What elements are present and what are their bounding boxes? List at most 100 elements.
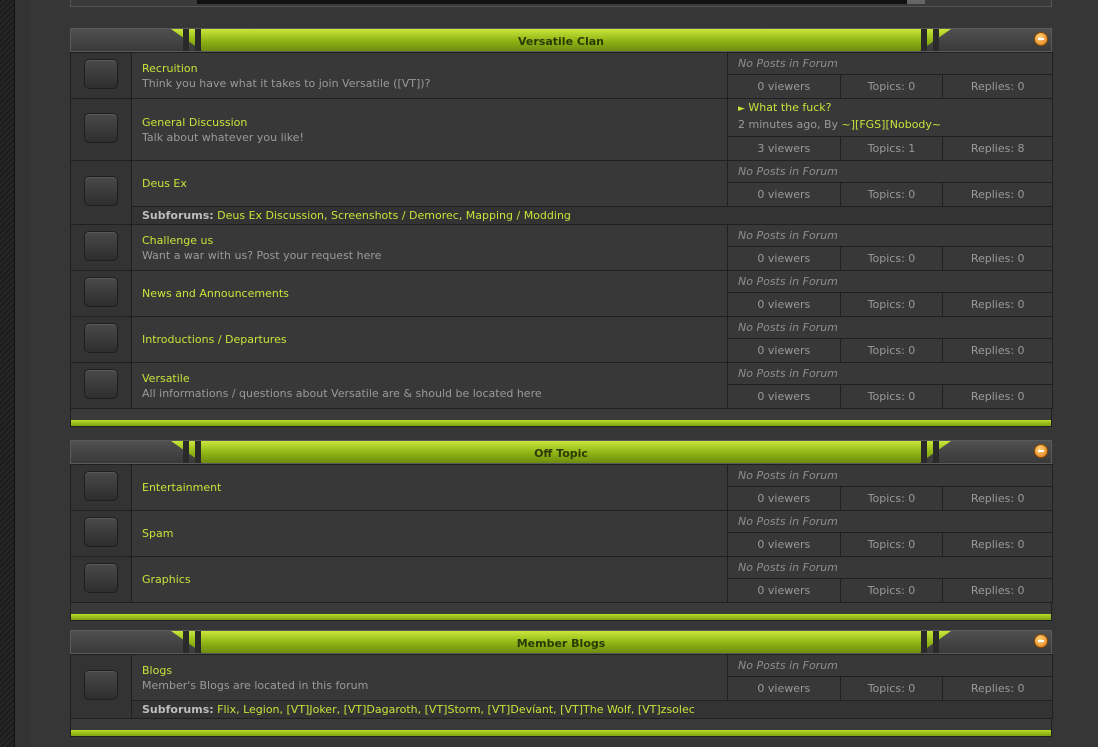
forum-row: Blogs Member's Blogs are located in this…: [70, 654, 1053, 719]
category-footer: [70, 603, 1052, 621]
viewers-count: 3 viewers: [757, 142, 811, 155]
last-post-cell: No Posts in Forum 0 viewers Topics: 0 Re…: [727, 654, 1053, 701]
subforums-label: Subforums:: [142, 209, 214, 222]
topics-count: Topics: 0: [839, 385, 943, 408]
last-post-text: No Posts in Forum: [728, 161, 1052, 183]
forum-name[interactable]: Recruition: [142, 62, 727, 75]
forum-row: Graphics No Posts in Forum 0 viewers Top…: [70, 556, 1053, 603]
forum-description: Think you have what it takes to join Ver…: [142, 76, 431, 90]
viewers-count: 0 viewers: [757, 252, 811, 265]
replies-count: Replies: 0: [942, 579, 1052, 602]
page-left-gutter: [14, 0, 30, 747]
last-post-title[interactable]: What the fuck?: [748, 101, 831, 114]
last-post-text: No Posts in Forum: [728, 53, 1052, 75]
forum-info: Spam: [131, 510, 728, 557]
last-post-text: No Posts in Forum: [728, 557, 1052, 579]
last-post-text: No Posts in Forum: [728, 655, 1052, 677]
viewers-count: 0 viewers: [757, 188, 811, 201]
forum-name[interactable]: Spam: [142, 527, 727, 540]
viewers-count: 0 viewers: [757, 344, 811, 357]
forum-name[interactable]: Challenge us: [142, 234, 727, 247]
category-title[interactable]: Versatile Clan: [71, 35, 1051, 48]
last-post-cell: No Posts in Forum 0 viewers Topics: 0 Re…: [727, 270, 1053, 317]
subforums-links[interactable]: Flix, Legion, [VT]Joker, [VT]Dagaroth, […: [217, 703, 695, 716]
forum-description: Member's Blogs are located in this forum: [142, 678, 369, 692]
subforums-cell: Subforums: Deus Ex Discussion, Screensho…: [131, 206, 1053, 225]
forum-name[interactable]: Entertainment: [142, 481, 727, 494]
topics-count: Topics: 0: [839, 677, 943, 700]
forum-row: Deus Ex No Posts in Forum 0 viewers Topi…: [70, 160, 1053, 225]
forum-name[interactable]: Introductions / Departures: [142, 333, 727, 346]
category-member-blogs: Member Blogs Blogs Member's Blogs are lo…: [70, 630, 1053, 737]
forum-info: Blogs Member's Blogs are located in this…: [131, 654, 728, 701]
forum-status-cell: [70, 654, 132, 719]
forum-row: General Discussion Talk about whatever y…: [70, 98, 1053, 161]
replies-count: Replies: 0: [942, 385, 1052, 408]
category-footer: [70, 719, 1052, 737]
collapse-icon[interactable]: [1034, 634, 1048, 648]
forum-name[interactable]: General Discussion: [142, 116, 727, 129]
topics-count: Topics: 0: [839, 183, 943, 206]
subforums-links[interactable]: Deus Ex Discussion, Screenshots / Demore…: [217, 209, 571, 222]
category-title[interactable]: Off Topic: [71, 447, 1051, 460]
topics-count: Topics: 0: [839, 293, 943, 316]
last-post-cell: No Posts in Forum 0 viewers Topics: 0 Re…: [727, 510, 1053, 557]
forum-row: News and Announcements No Posts in Forum…: [70, 270, 1053, 317]
viewers-count: 0 viewers: [757, 584, 811, 597]
forum-description: Want a war with us? Post your request he…: [142, 248, 382, 262]
last-post-cell: No Posts in Forum 0 viewers Topics: 0 Re…: [727, 316, 1053, 363]
forum-status-cell: [70, 52, 132, 99]
topics-count: Topics: 0: [839, 533, 943, 556]
forum-status-cell: [70, 510, 132, 557]
replies-count: Replies: 0: [942, 247, 1052, 270]
last-post-text: No Posts in Forum: [728, 511, 1052, 533]
forum-name[interactable]: News and Announcements: [142, 287, 727, 300]
last-post-text: No Posts in Forum: [728, 225, 1052, 247]
forum-status-icon: [84, 113, 118, 143]
forum-status-icon: [84, 369, 118, 399]
forum-table: Blogs Member's Blogs are located in this…: [70, 654, 1053, 719]
forum-status-icon: [84, 670, 118, 700]
forum-status-icon: [84, 59, 118, 89]
replies-count: Replies: 8: [942, 137, 1052, 160]
topics-count: Topics: 0: [839, 75, 943, 98]
last-post-text: No Posts in Forum: [728, 317, 1052, 339]
forum-info: Graphics: [131, 556, 728, 603]
last-post-time: 2 minutes ago, By: [738, 118, 839, 131]
forum-status-cell: [70, 464, 132, 511]
forum-info: News and Announcements: [131, 270, 728, 317]
forum-status-cell: [70, 224, 132, 271]
forum-name[interactable]: Versatile: [142, 372, 727, 385]
forum-status-icon: [84, 323, 118, 353]
replies-count: Replies: 0: [942, 677, 1052, 700]
last-post-user[interactable]: ~][FGS][Nobody~: [842, 118, 942, 131]
topics-count: Topics: 0: [839, 487, 943, 510]
category-footer: [70, 409, 1052, 427]
collapse-icon[interactable]: [1034, 444, 1048, 458]
replies-count: Replies: 0: [942, 339, 1052, 362]
subforums-row: Subforums: Flix, Legion, [VT]Joker, [VT]…: [71, 700, 1053, 719]
forum-row: Recruition Think you have what it takes …: [70, 52, 1053, 99]
topics-count: Topics: 0: [839, 339, 943, 362]
forum-row: Spam No Posts in Forum 0 viewers Topics:…: [70, 510, 1053, 557]
forum-name[interactable]: Deus Ex: [142, 177, 727, 190]
page-left-border: [0, 0, 14, 747]
topics-count: Topics: 0: [839, 579, 943, 602]
forum-description: Talk about whatever you like!: [142, 130, 304, 144]
last-post-cell: No Posts in Forum 0 viewers Topics: 0 Re…: [727, 556, 1053, 603]
collapse-icon[interactable]: [1034, 32, 1048, 46]
forum-name[interactable]: Graphics: [142, 573, 727, 586]
subforums-cell: Subforums: Flix, Legion, [VT]Joker, [VT]…: [131, 700, 1053, 719]
subforums-row: Subforums: Deus Ex Discussion, Screensho…: [71, 206, 1053, 225]
forum-name[interactable]: Blogs: [142, 664, 727, 677]
arrow-right-icon: ►: [738, 104, 745, 114]
forum-status-icon: [84, 277, 118, 307]
viewers-count: 0 viewers: [757, 390, 811, 403]
replies-count: Replies: 0: [942, 75, 1052, 98]
last-post-info: ► What the fuck? 2 minutes ago, By ~][FG…: [728, 99, 1052, 137]
forum-info: General Discussion Talk about whatever y…: [131, 98, 728, 161]
forum-status-cell: [70, 316, 132, 363]
category-title[interactable]: Member Blogs: [71, 637, 1051, 650]
viewers-count: 0 viewers: [757, 682, 811, 695]
forum-row: Versatile All informations / questions a…: [70, 362, 1053, 409]
